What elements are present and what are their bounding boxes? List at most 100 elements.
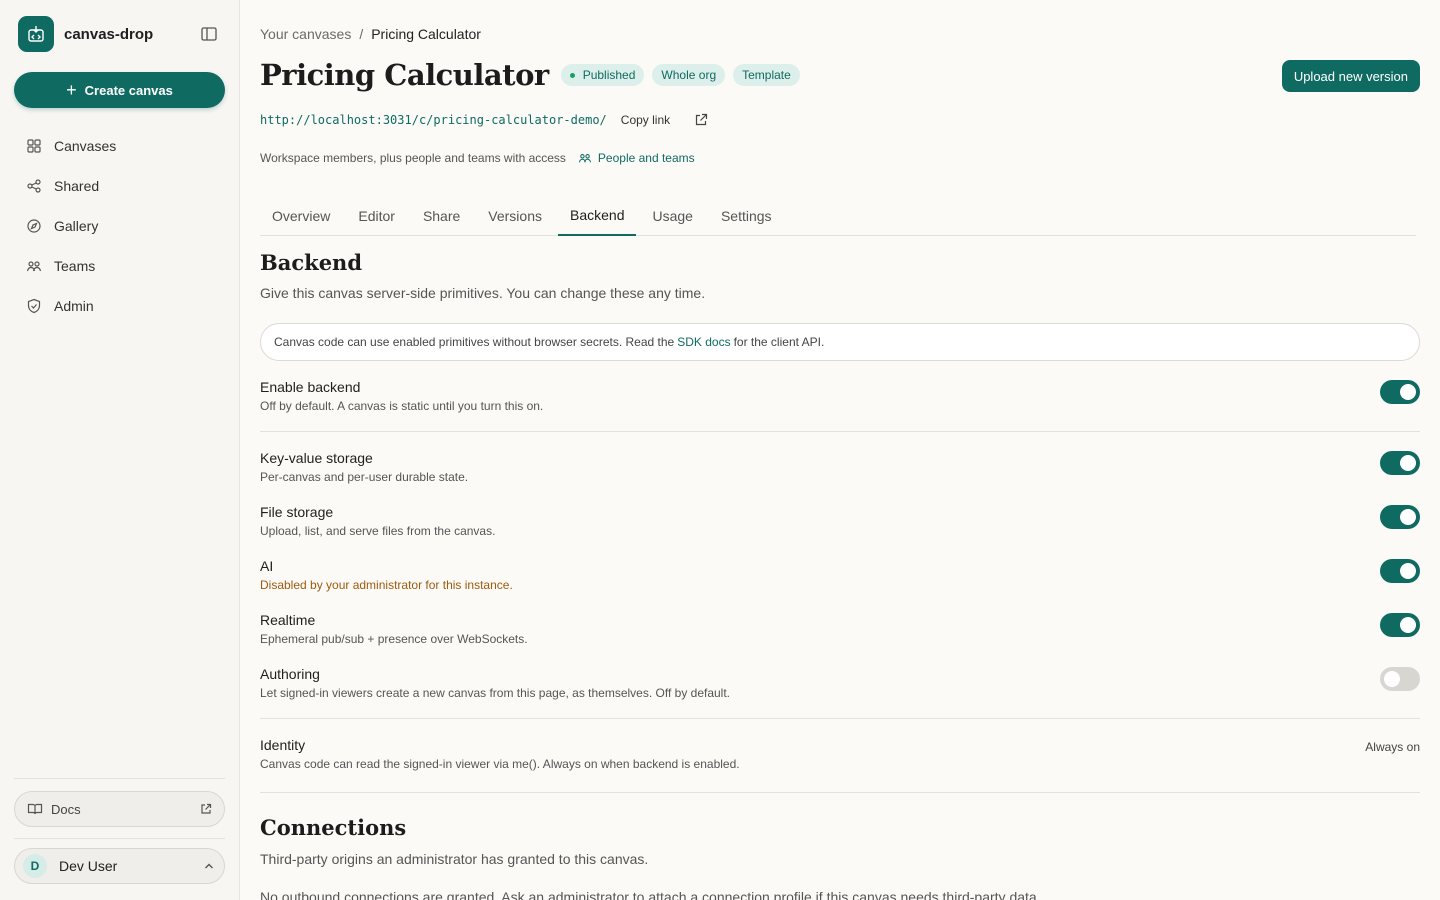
ai-row: AI Disabled by your administrator for th… [260,558,1420,592]
toggle-knob [1400,563,1416,579]
brand[interactable]: canvas-drop [18,16,153,52]
backend-title: Backend [260,250,363,275]
connections-description: Third-party origins an administrator has… [260,851,649,867]
visibility-badge: Whole org [652,64,726,86]
status-badge-label: Published [582,68,636,82]
sidebar-item-label: Gallery [54,218,99,234]
ai-toggle[interactable] [1380,559,1420,583]
sidebar-toggle-icon[interactable] [200,26,218,42]
shield-icon [27,298,41,314]
copy-link-button[interactable]: Copy link [621,113,670,127]
enable-backend-row: Enable backend Off by default. A canvas … [260,379,1420,413]
status-dot-icon [569,72,575,78]
setting-description: Canvas code can read the signed-in viewe… [260,757,740,771]
external-link-icon[interactable] [694,113,708,127]
toggle-knob [1400,509,1416,525]
key-value-storage-row: Key-value storage Per-canvas and per-use… [260,450,1420,484]
sdk-docs-link[interactable]: SDK docs [677,335,730,349]
main-content: Your canvases / Pricing Calculator Prici… [260,0,1420,900]
backend-description: Give this canvas server-side primitives.… [260,285,706,301]
sidebar-nav: Canvases Shared Gallery Teams Admin [14,126,225,326]
sidebar-item-gallery[interactable]: Gallery [14,206,225,246]
access-text: Workspace members, plus people and teams… [260,151,566,165]
divider [260,792,1420,793]
file-storage-toggle[interactable] [1380,505,1420,529]
realtime-row: Realtime Ephemeral pub/sub + presence ov… [260,612,1420,646]
setting-description: Off by default. A canvas is static until… [260,399,544,413]
realtime-toggle[interactable] [1380,613,1420,637]
people-icon [26,261,42,272]
divider [260,431,1420,432]
connections-empty-text: No outbound connections are granted. Ask… [260,889,1041,900]
connections-title: Connections [260,815,407,840]
setting-description: Per-canvas and per-user durable state. [260,470,469,484]
info-callout: Canvas code can use enabled primitives w… [260,323,1420,361]
app-name: canvas-drop [64,25,154,43]
tab-overview[interactable]: Overview [260,195,342,236]
sidebar: canvas-drop + Create canvas Canvases Sha… [0,0,240,900]
info-suffix: for the client API. [733,335,825,349]
toggle-knob [1400,617,1416,633]
create-canvas-label: Create canvas [84,82,173,98]
always-on-label: Always on [1365,740,1420,754]
docs-button[interactable]: Docs [14,791,225,827]
setting-label: Authoring [260,666,320,682]
setting-label: File storage [260,504,334,520]
setting-label: Realtime [260,612,316,628]
authoring-row: Authoring Let signed-in viewers create a… [260,666,1420,700]
people-and-teams-link[interactable]: People and teams [578,151,695,165]
share-icon [27,179,41,193]
create-canvas-button[interactable]: + Create canvas [14,72,225,108]
enable-backend-toggle[interactable] [1380,380,1420,404]
key-value-storage-toggle[interactable] [1380,451,1420,475]
docs-label: Docs [51,801,81,817]
divider [14,778,225,779]
divider [14,838,225,839]
sidebar-item-admin[interactable]: Admin [14,286,225,326]
toggle-knob [1384,671,1400,687]
user-menu-button[interactable]: D Dev User [14,848,225,884]
authoring-toggle[interactable] [1380,667,1420,691]
canvas-url[interactable]: http://localhost:3031/c/pricing-calculat… [260,113,607,127]
plus-icon: + [66,80,77,100]
access-row: Workspace members, plus people and teams… [260,151,695,165]
divider [260,718,1420,719]
people-and-teams-label: People and teams [597,151,695,165]
tab-usage[interactable]: Usage [640,195,704,236]
sidebar-item-canvases[interactable]: Canvases [14,126,225,166]
setting-label: Identity [260,737,306,753]
sidebar-item-label: Canvases [54,138,117,154]
sidebar-item-shared[interactable]: Shared [14,166,225,206]
setting-label: AI [260,558,274,574]
breadcrumb-parent[interactable]: Your canvases [260,26,351,42]
info-prefix: Canvas code can use enabled primitives w… [274,335,675,349]
title-row: Pricing Calculator Published Whole org T… [260,58,800,92]
tab-share[interactable]: Share [411,195,472,236]
url-row: http://localhost:3031/c/pricing-calculat… [260,113,708,127]
setting-label: Key-value storage [260,450,373,466]
avatar: D [23,854,47,878]
file-storage-row: File storage Upload, list, and serve fil… [260,504,1420,538]
tab-backend[interactable]: Backend [558,195,637,236]
compass-icon [27,219,41,233]
sidebar-item-teams[interactable]: Teams [14,246,225,286]
page-title: Pricing Calculator [260,58,549,92]
breadcrumb-separator: / [359,26,364,42]
toggle-knob [1400,455,1416,471]
tab-bar: Overview Editor Share Versions Backend U… [260,195,1416,236]
setting-description: Ephemeral pub/sub + presence over WebSoc… [260,632,528,646]
template-badge: Template [733,64,800,86]
setting-warning: Disabled by your administrator for this … [260,578,513,592]
setting-description: Upload, list, and serve files from the c… [260,524,496,538]
upload-new-version-button[interactable]: Upload new version [1281,60,1420,92]
grid-icon [27,139,41,153]
sidebar-item-label: Shared [54,178,100,194]
tab-versions[interactable]: Versions [476,195,554,236]
breadcrumb-current: Pricing Calculator [371,26,481,42]
tab-editor[interactable]: Editor [346,195,407,236]
app-logo-icon [18,16,54,52]
people-icon [578,154,591,163]
setting-label: Enable backend [260,379,361,395]
breadcrumb: Your canvases / Pricing Calculator [260,26,481,42]
tab-settings[interactable]: Settings [709,195,784,236]
